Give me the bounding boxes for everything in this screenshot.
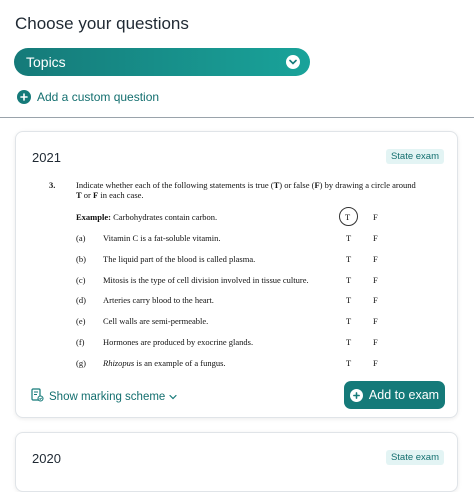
plus-circle-icon (349, 388, 363, 402)
page-title: Choose your questions (15, 14, 189, 33)
example-text: Carbohydrates contain carbon. (113, 212, 218, 222)
topics-dropdown[interactable]: Topics (14, 48, 310, 76)
statement-letter: (f) (76, 337, 85, 347)
chevron-down-icon (286, 55, 300, 69)
example-row: Example: Carbohydrates contain carbon. T… (49, 207, 429, 226)
add-custom-question-button[interactable]: Add a custom question (17, 90, 159, 104)
status-badge: State exam (385, 450, 444, 465)
statement-text: The liquid part of the blood is called p… (103, 253, 256, 264)
true-option[interactable]: T (346, 295, 351, 305)
statement-row: (b) The liquid part of the blood is calle… (49, 254, 429, 266)
marking-scheme-icon (31, 388, 44, 405)
statement-letter: (a) (76, 233, 86, 243)
example-label: Example: (76, 212, 111, 222)
statement-letter: (g) (76, 357, 86, 368)
card-year: 2020 (32, 451, 61, 466)
statement-row: (f) Hormones are produced by exocrine gla… (49, 337, 429, 349)
divider (0, 117, 474, 118)
statement-letter: (b) (76, 253, 86, 264)
marking-scheme-label: Show marking scheme (49, 390, 166, 403)
question-text: Indicate whether each of the following s… (76, 180, 416, 200)
statement-text: Mitosis is the type of cell division inv… (103, 274, 309, 285)
false-option[interactable]: F (373, 254, 378, 264)
true-option[interactable]: T (346, 337, 351, 347)
card-year: 2021 (32, 150, 61, 165)
false-option[interactable]: F (373, 337, 378, 347)
question-text-content: Indicate whether each of the following s… (76, 180, 416, 200)
add-to-exam-label: Add to exam (368, 388, 440, 402)
true-option[interactable]: T (346, 275, 351, 285)
false-option[interactable]: F (373, 212, 378, 222)
question-number: 3. (49, 180, 56, 190)
true-option[interactable]: T (346, 316, 351, 326)
false-option[interactable]: F (373, 295, 378, 305)
question-card-2021: 2021 State exam 3. Indicate whether each… (15, 131, 458, 418)
true-option[interactable]: T (346, 254, 351, 264)
statement-row: (g) Rhizopus is an example of a fungus. T F (49, 358, 429, 370)
statement-letter: (e) (76, 316, 86, 327)
statement-text: Cell walls are semi-permeable. (103, 316, 209, 327)
status-badge: State exam (385, 149, 444, 164)
true-option[interactable]: T (345, 212, 350, 222)
true-option[interactable]: T (346, 233, 351, 243)
false-option[interactable]: F (373, 275, 378, 285)
statement-letter: (c) (76, 274, 86, 285)
false-option[interactable]: F (373, 233, 378, 243)
statement-row: (d) Arteries carry blood to the heart. T F (49, 295, 429, 307)
statement-text: Arteries carry blood to the heart. (103, 295, 214, 306)
statement-row: (c) Mitosis is the type of cell division … (49, 275, 429, 287)
chevron-down-icon (169, 391, 177, 403)
false-option[interactable]: F (373, 358, 378, 368)
add-custom-question-label: Add a custom question (37, 90, 160, 104)
statement-text: Hormones are produced by exocrine glands… (103, 337, 254, 347)
statement-row: (a) Vitamin C is a fat-soluble vitamin. T F (49, 233, 429, 245)
true-option[interactable]: T (346, 358, 351, 368)
question-card-2020: 2020 State exam (15, 432, 458, 492)
plus-circle-icon (17, 90, 31, 104)
statement-letter: (d) (76, 295, 86, 306)
false-option[interactable]: F (373, 316, 378, 326)
topics-label: Topics (26, 54, 66, 70)
statement-text: Vitamin C is a fat-soluble vitamin. (103, 233, 221, 243)
add-to-exam-button[interactable]: Add to exam (344, 381, 445, 409)
statement-row: (e) Cell walls are semi-permeable. T F (49, 316, 429, 328)
statement-text: Rhizopus is an example of a fungus. (103, 357, 226, 368)
show-marking-scheme-button[interactable]: Show marking scheme (31, 388, 177, 405)
